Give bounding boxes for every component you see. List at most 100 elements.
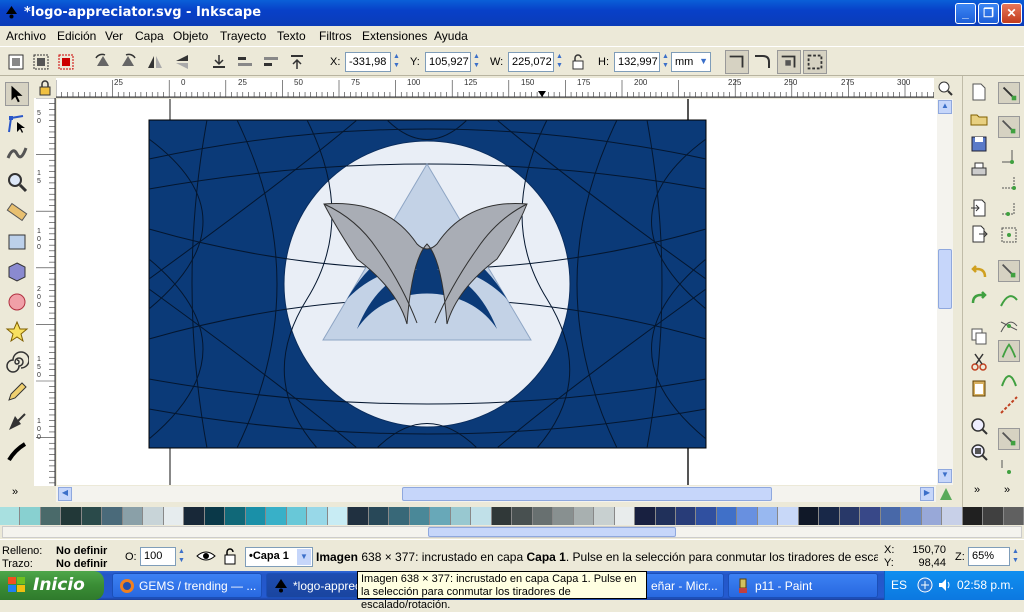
select-all-icon[interactable] [6,52,26,72]
vertical-scroll-thumb[interactable] [938,249,952,309]
palette-swatch[interactable] [184,507,205,525]
select-all-layers-icon[interactable] [31,52,51,72]
palette-swatch[interactable] [491,507,513,525]
snap-nodes-icon[interactable] [998,260,1020,282]
palette-swatch[interactable] [389,507,410,525]
rotate-cw-icon[interactable] [118,52,138,72]
palette-swatch[interactable] [163,507,185,525]
palette-scroll-thumb[interactable] [428,527,676,537]
palette-swatch[interactable] [102,507,123,525]
zoom-drawing-icon[interactable] [969,442,989,462]
taskbar-item-paint[interactable]: p11 - Paint [728,573,878,598]
snap-grid-icon[interactable] [998,456,1020,478]
calligraphy-tool-icon[interactable] [5,440,29,464]
palette-scrollbar[interactable] [0,525,1024,539]
move-gradients-icon[interactable] [777,50,801,74]
palette-swatch[interactable] [0,507,21,525]
close-button[interactable]: ✕ [1001,3,1022,24]
palette-swatch[interactable] [594,507,615,525]
zoom-fit-icon[interactable] [936,80,954,96]
palette-swatch[interactable] [573,507,595,525]
snap-intersections-icon[interactable] [998,314,1020,336]
save-icon[interactable] [969,134,989,154]
vertical-scrollbar[interactable]: ▲ ▼ [937,99,953,485]
horizontal-scroll-thumb[interactable] [402,487,772,501]
palette-swatch[interactable] [798,507,820,525]
palette-swatch[interactable] [430,507,451,525]
snap-enable-icon[interactable] [998,82,1020,104]
rectangle-tool-icon[interactable] [5,230,29,254]
selector-tool-icon[interactable] [5,82,29,106]
palette-swatch[interactable] [880,507,902,525]
palette-swatch[interactable] [81,507,103,525]
snap-page-icon[interactable] [998,428,1020,450]
palette-swatch[interactable] [327,507,349,525]
volume-icon[interactable] [937,577,953,593]
palette-swatch[interactable] [737,507,758,525]
scale-stroke-icon[interactable] [725,50,749,74]
y-spinner[interactable]: ▲ ▼ [471,52,482,72]
palette-swatch[interactable] [286,507,308,525]
import-icon[interactable] [969,198,989,218]
palette-swatch[interactable] [1003,507,1024,525]
palette-swatch[interactable] [409,507,431,525]
snap-cusp-icon[interactable] [998,340,1020,362]
commands-overflow-icon[interactable]: » [974,484,980,496]
move-patterns-icon[interactable] [803,50,827,74]
snap-bbox-edge-icon[interactable] [998,146,1020,168]
pen-tool-icon[interactable] [5,410,29,434]
menu-texto[interactable]: Texto [277,29,306,43]
snap-smooth-icon[interactable] [998,368,1020,390]
eye-icon[interactable] [196,548,216,564]
scroll-down-icon[interactable]: ▼ [938,469,952,483]
menu-filtros[interactable]: Filtros [319,29,352,43]
snap-center-icon[interactable] [998,224,1020,246]
color-palette[interactable] [0,507,1024,525]
palette-swatch[interactable] [450,507,472,525]
taskbar-item-inkscape[interactable]: *logo-apprec [266,573,361,598]
palette-swatch[interactable] [471,507,492,525]
flip-vertical-icon[interactable] [172,52,192,72]
palette-swatch[interactable] [901,507,922,525]
toolbox-overflow-icon[interactable]: » [12,486,18,498]
unit-select[interactable]: mm ▼ [671,52,711,72]
color-manage-icon[interactable] [938,486,954,502]
palette-swatch[interactable] [122,507,144,525]
start-button[interactable]: Inicio [0,571,104,600]
snap-paths-icon[interactable] [998,288,1020,310]
scroll-up-icon[interactable]: ▲ [938,100,952,114]
h-spinner[interactable]: ▲ ▼ [660,52,671,72]
taskbar-item-firefox[interactable]: GEMS / trending — ... [112,573,262,598]
palette-swatch[interactable] [532,507,554,525]
spiral-tool-icon[interactable] [5,350,29,374]
x-spinner[interactable]: ▲ ▼ [391,52,402,72]
raise-top-icon[interactable] [287,52,307,72]
menu-capa[interactable]: Capa [135,29,164,43]
layer-select[interactable]: •Capa 1 ▼ [245,547,313,567]
deselect-icon[interactable] [56,52,76,72]
layer-lock-icon[interactable] [222,546,238,566]
snap-bbox-midpoint-icon[interactable] [998,198,1020,220]
opacity-input[interactable]: 100 [140,547,176,566]
open-folder-icon[interactable] [969,109,989,129]
w-spinner[interactable]: ▲ ▼ [554,52,565,72]
palette-swatch[interactable] [266,507,287,525]
w-input[interactable]: 225,072 [508,52,554,72]
palette-swatch[interactable] [40,507,62,525]
palette-swatch[interactable] [860,507,881,525]
snap-bbox-icon[interactable] [998,116,1020,138]
menu-objeto[interactable]: Objeto [173,29,208,43]
palette-swatch[interactable] [614,507,636,525]
ellipse-tool-icon[interactable] [5,290,29,314]
menu-edicion[interactable]: Edición [57,29,96,43]
network-icon[interactable] [917,577,933,593]
zoom-selection-icon[interactable] [969,416,989,436]
palette-swatch[interactable] [204,507,226,525]
scroll-left-icon[interactable]: ◀ [58,487,72,501]
menu-ver[interactable]: Ver [105,29,123,43]
palette-swatch[interactable] [778,507,799,525]
palette-swatch[interactable] [675,507,697,525]
palette-swatch[interactable] [921,507,943,525]
opacity-spinner[interactable]: ▲ ▼ [176,547,187,566]
zoom-tool-icon[interactable] [5,170,29,194]
